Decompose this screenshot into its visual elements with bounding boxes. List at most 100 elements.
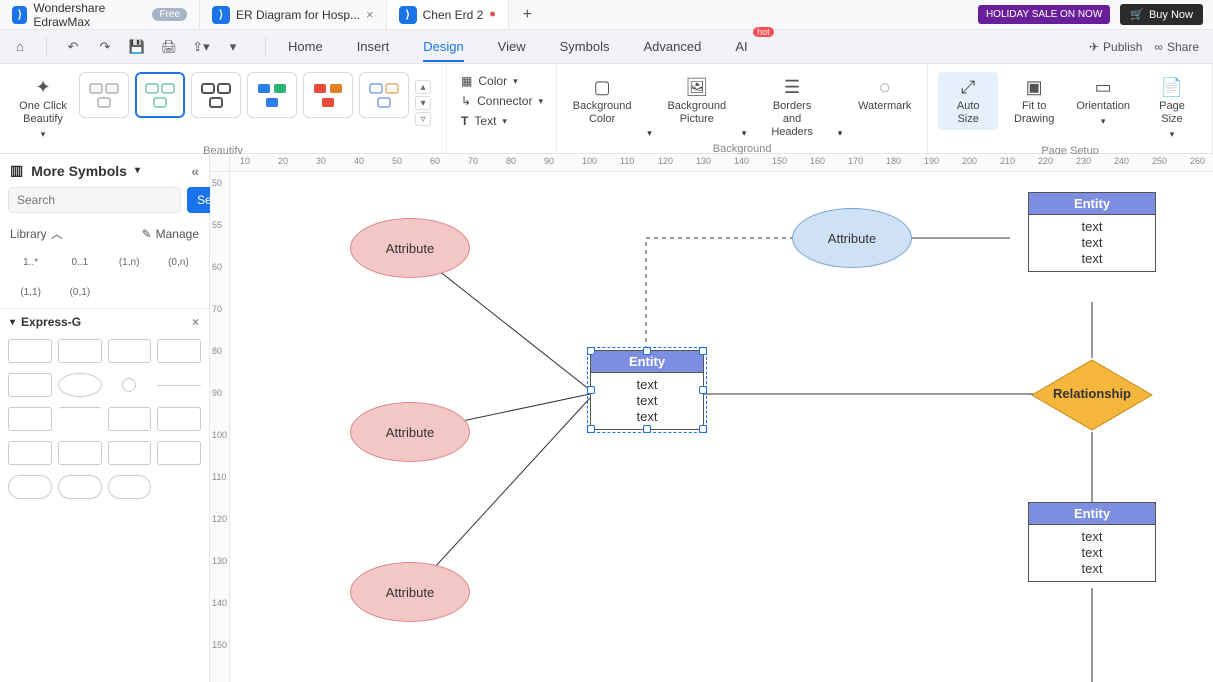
auto-size-button[interactable]: ⤢Auto Size — [938, 72, 998, 130]
manage-button[interactable]: ✎ Manage — [142, 227, 199, 241]
background-color-button[interactable]: ▢Background Color — [567, 72, 637, 130]
shape-branch[interactable] — [58, 407, 102, 417]
shape-6[interactable] — [108, 407, 152, 431]
attribute-shape-1[interactable]: Attribute — [350, 218, 470, 278]
color-dropdown[interactable]: ▦Color▾ — [457, 72, 522, 90]
tab-doc-1-label: ER Diagram for Hosp... — [236, 8, 360, 22]
tab-doc-2[interactable]: ⟩ Chen Erd 2 • — [387, 0, 509, 29]
background-picture-button[interactable]: 🖼Background Picture — [662, 72, 732, 130]
home-icon[interactable]: ⌂ — [6, 34, 34, 60]
shape-11[interactable] — [157, 441, 201, 465]
style-scroll-up[interactable]: ▴ — [415, 80, 431, 94]
autosize-icon: ⤢ — [957, 76, 979, 98]
ruler-horizontal: 1020304050607080901001101201301401501601… — [230, 154, 1213, 172]
section-express-g[interactable]: ▾ Express-G × — [0, 308, 209, 335]
sidebar-title: More Symbols — [31, 163, 127, 179]
chevron-down-icon: ▾ — [41, 128, 46, 141]
buy-now-button[interactable]: 🛒 Buy Now — [1120, 4, 1203, 25]
more-qa-button[interactable]: ▾ — [219, 34, 247, 60]
borders-headers-button[interactable]: ☰Borders and Headers — [756, 72, 827, 143]
shape-circle[interactable] — [122, 378, 136, 392]
entity-shape-selected[interactable]: Entity text text text — [590, 350, 704, 430]
shape-9[interactable] — [58, 441, 102, 465]
style-theme-1[interactable] — [79, 72, 129, 118]
fit-to-drawing-button[interactable]: ▣Fit to Drawing — [1004, 72, 1064, 130]
print-button[interactable]: 🖨 — [155, 34, 183, 60]
connector-icon: ↳ — [461, 94, 471, 108]
shape-rect[interactable] — [8, 339, 52, 363]
tab-doc-1[interactable]: ⟩ ER Diagram for Hosp... × — [200, 0, 387, 29]
shape-1-star[interactable]: 1..* — [8, 250, 53, 274]
style-theme-3[interactable] — [191, 72, 241, 118]
shape-pill3[interactable] — [108, 475, 152, 499]
watermark-button[interactable]: ◌Watermark — [852, 72, 917, 117]
close-section-icon[interactable]: × — [192, 315, 199, 329]
orientation-icon: ▭ — [1092, 76, 1114, 98]
menu-design[interactable]: Design — [409, 33, 477, 60]
shape-pill2[interactable] — [58, 475, 102, 499]
holiday-sale-badge[interactable]: HOLIDAY SALE ON NOW — [978, 5, 1110, 24]
connector-dropdown[interactable]: ↳Connector▾ — [457, 92, 547, 110]
close-icon[interactable]: × — [366, 7, 374, 22]
shape-ellipse[interactable] — [58, 373, 102, 397]
shape-0-1[interactable]: 0..1 — [57, 250, 102, 274]
redo-button[interactable]: ↷ — [91, 34, 119, 60]
menu-insert[interactable]: Insert — [343, 33, 404, 60]
style-theme-5[interactable] — [303, 72, 353, 118]
menu-view[interactable]: View — [484, 33, 540, 60]
tab-app[interactable]: ⟩ Wondershare EdrawMax Free — [0, 0, 200, 29]
style-scroll-down[interactable]: ▾ — [415, 96, 431, 110]
chevron-down-icon[interactable]: ▾ — [834, 124, 847, 143]
new-tab-button[interactable]: + — [509, 6, 546, 24]
chevron-down-icon[interactable]: ▾ — [643, 124, 656, 143]
shape-pill1[interactable] — [8, 475, 52, 499]
entity-shape-3[interactable]: Entity text text text — [1028, 502, 1156, 582]
chevron-down-icon[interactable]: ▾ — [738, 124, 751, 143]
publish-button[interactable]: ✈Publish — [1089, 40, 1142, 54]
undo-button[interactable]: ↶ — [59, 34, 87, 60]
shape-1-n[interactable]: (1,n) — [107, 250, 152, 274]
shape-10[interactable] — [108, 441, 152, 465]
one-click-beautify-button[interactable]: ✦ One Click Beautify ▾ — [13, 72, 73, 145]
shape-5[interactable] — [8, 407, 52, 431]
shape-rect3[interactable] — [108, 339, 152, 363]
style-theme-4[interactable] — [247, 72, 297, 118]
relationship-shape[interactable]: Relationship — [1030, 358, 1154, 435]
library-toggle[interactable]: Library ︿ — [10, 225, 63, 242]
export-button[interactable]: ⇪▾ — [187, 34, 215, 60]
page-size-button[interactable]: 📄Page Size▾ — [1142, 72, 1202, 145]
shape-8[interactable] — [8, 441, 52, 465]
attribute-shape-3[interactable]: Attribute — [350, 562, 470, 622]
entity-shape-2[interactable]: Entity text text text — [1028, 192, 1156, 272]
menu-advanced[interactable]: Advanced — [629, 33, 715, 60]
text-dropdown[interactable]: TText▾ — [457, 112, 511, 130]
attribute-shape-4[interactable]: Attribute — [792, 208, 912, 268]
menu-ai[interactable]: AIhot — [721, 33, 761, 60]
attribute-shape-2[interactable]: Attribute — [350, 402, 470, 462]
search-input[interactable] — [8, 187, 181, 213]
shape-rect4[interactable] — [157, 339, 201, 363]
doc-icon: ⟩ — [212, 6, 230, 24]
orientation-button[interactable]: ▭Orientation▾ — [1070, 72, 1136, 132]
shape-rounded[interactable] — [8, 373, 52, 397]
watermark-icon: ◌ — [874, 76, 896, 98]
shape-line[interactable] — [157, 385, 201, 386]
ruler-corner — [210, 154, 230, 172]
collapse-sidebar-icon[interactable]: « — [191, 163, 199, 179]
shape-7[interactable] — [157, 407, 201, 431]
shape-0-1b[interactable]: (0,1) — [57, 280, 102, 304]
menu-home[interactable]: Home — [274, 33, 337, 60]
save-button[interactable]: 💾 — [123, 34, 151, 60]
shape-0-n[interactable]: (0,n) — [156, 250, 201, 274]
hot-badge: hot — [753, 27, 774, 37]
doc-icon: ⟩ — [399, 6, 417, 24]
shape-rect2[interactable] — [58, 339, 102, 363]
menu-symbols[interactable]: Symbols — [546, 33, 624, 60]
style-expand[interactable]: ▿ — [415, 112, 431, 126]
shape-1-1[interactable]: (1,1) — [8, 280, 53, 304]
canvas[interactable]: Attribute Attribute Attribute Attribute … — [230, 172, 1213, 682]
style-theme-2[interactable] — [135, 72, 185, 118]
chevron-down-icon[interactable]: ▾ — [135, 165, 140, 176]
style-theme-6[interactable] — [359, 72, 409, 118]
share-button[interactable]: ∞Share — [1154, 40, 1199, 54]
